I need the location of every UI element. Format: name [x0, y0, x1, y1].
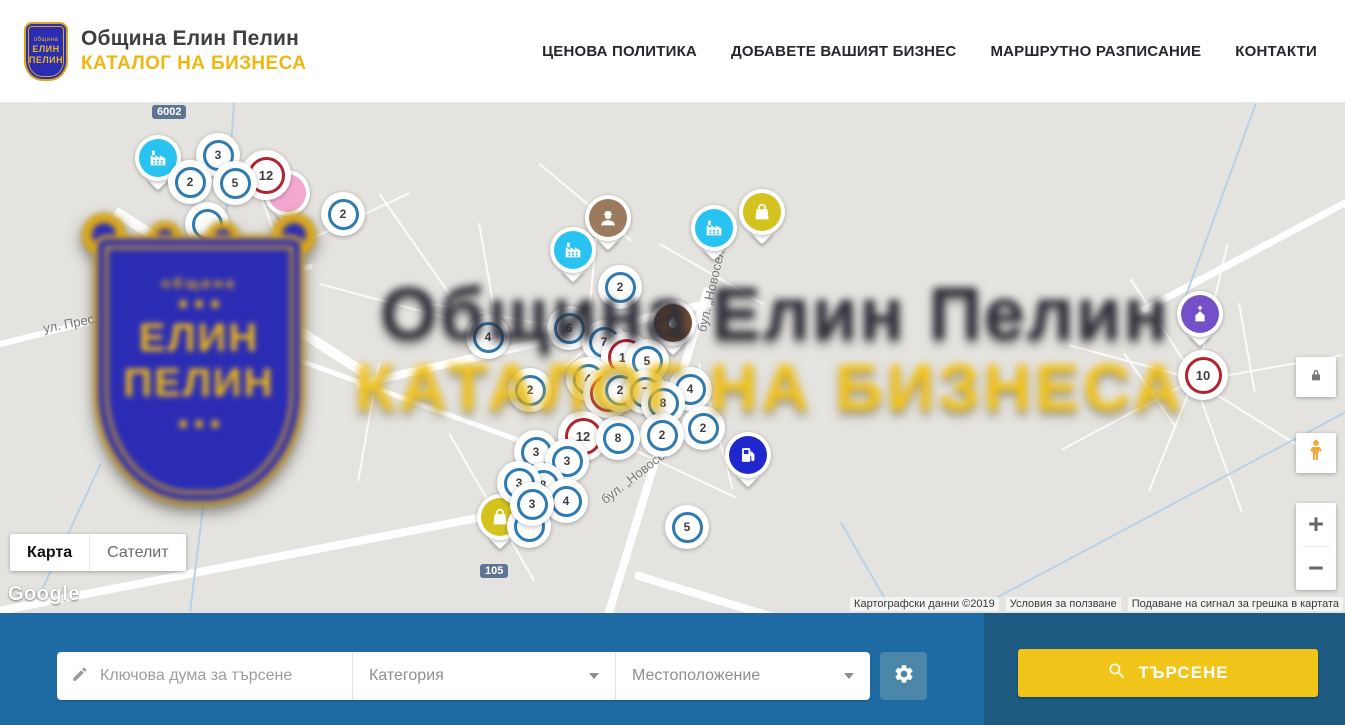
gear-icon: [893, 663, 915, 690]
lock-icon: [1308, 367, 1324, 388]
terms-link[interactable]: Условия за ползване: [1006, 597, 1121, 611]
zoom-out-button[interactable]: −: [1296, 547, 1336, 590]
zoom-control: + −: [1296, 503, 1336, 590]
map-type-control: Карта Сателит: [10, 534, 186, 571]
emblem-name-line2: ПЕЛИН: [29, 55, 63, 65]
keyword-search-input[interactable]: [100, 667, 338, 685]
cluster-marker[interactable]: 2: [321, 192, 365, 236]
google-logo[interactable]: Google: [8, 583, 80, 606]
watermark-emblem-name1: ЕЛИН: [139, 316, 259, 361]
factory-icon: [554, 231, 592, 269]
pencil-icon: [71, 665, 89, 688]
chevron-down-icon: [589, 673, 599, 679]
site-title: Община Елин Пелин: [81, 27, 306, 51]
cluster-count: 2: [175, 167, 206, 198]
site-subtitle: КАТАЛОГ НА БИЗНЕСА: [81, 53, 306, 75]
watermark-emblem-name2: ПЕЛИН: [123, 361, 274, 406]
search-submit-button[interactable]: ТЪРСЕНЕ: [1018, 649, 1318, 697]
watermark-subtitle: КАТАЛОГ НА БИЗНЕСА: [335, 349, 1205, 425]
bag-pin-marker[interactable]: [739, 189, 785, 247]
cluster-count: 3: [517, 489, 548, 520]
shopping-bag-icon: [743, 193, 781, 231]
cluster-marker[interactable]: 5: [665, 505, 709, 549]
street-view-pegman-button[interactable]: [1296, 433, 1336, 473]
map-attribution: Картографски данни ©2019 Условия за полз…: [850, 597, 1343, 611]
category-select[interactable]: Категория: [353, 652, 616, 700]
report-error-link[interactable]: Подаване на сигнал за грешка в картата: [1128, 597, 1343, 611]
factory-pin-marker[interactable]: [691, 205, 737, 263]
nav-add-business[interactable]: ДОБАВЕТЕ ВАШИЯТ БИЗНЕС: [731, 43, 956, 60]
lock-button[interactable]: [1296, 357, 1336, 397]
pegman-icon: [1303, 438, 1329, 469]
fuel-pin-marker[interactable]: [725, 432, 771, 490]
cluster-count: 4: [551, 486, 582, 517]
emblem-top-word: община: [34, 37, 59, 43]
cluster-count: 2: [328, 199, 359, 230]
map-type-satellite-button[interactable]: Сателит: [89, 534, 185, 571]
nav-contacts[interactable]: КОНТАКТИ: [1235, 43, 1317, 60]
factory-icon: [695, 209, 733, 247]
map-data-copyright: Картографски данни ©2019: [850, 597, 999, 611]
nav-route-schedule[interactable]: МАРШРУТНО РАЗПИСАНИЕ: [990, 43, 1201, 60]
cluster-count: 5: [672, 512, 703, 543]
emblem-name-line1: ЕЛИН: [32, 44, 59, 54]
cluster-count: 5: [220, 168, 251, 199]
watermark-title: Община Елин Пелин: [330, 271, 1220, 356]
nav-pricing[interactable]: ЦЕНОВА ПОЛИТИКА: [542, 43, 697, 60]
watermark-emblem: община ЕЛИН ПЕЛИН: [84, 213, 314, 505]
cluster-marker[interactable]: 5: [213, 161, 257, 205]
map-type-map-button[interactable]: Карта: [10, 534, 89, 571]
advanced-search-button[interactable]: [880, 652, 927, 700]
search-bar: Категория Местоположение ТЪРСЕНЕ: [0, 613, 1345, 725]
cluster-marker[interactable]: 3: [510, 482, 554, 526]
fuel-pump-icon: [729, 436, 767, 474]
location-select[interactable]: Местоположение: [616, 652, 870, 700]
search-icon: [1107, 661, 1127, 686]
municipality-emblem-icon: община ЕЛИН ПЕЛИН: [24, 22, 68, 81]
cluster-count: 8: [603, 423, 634, 454]
search-button-label: ТЪРСЕНЕ: [1138, 663, 1228, 683]
cluster-marker[interactable]: 2: [168, 160, 212, 204]
watermark-emblem-top: община: [161, 275, 237, 292]
location-select-label: Местоположение: [632, 667, 760, 685]
google-map[interactable]: 6002 105 ул. Преслав бул. „Новоселци“ бу…: [0, 103, 1345, 613]
brand-text: Община Елин Пелин КАТАЛОГ НА БИЗНЕСА: [81, 27, 306, 75]
category-select-label: Категория: [369, 667, 444, 685]
site-header: община ЕЛИН ПЕЛИН Община Елин Пелин КАТА…: [0, 0, 1345, 103]
search-form: Категория Местоположение: [57, 652, 870, 700]
zoom-in-button[interactable]: +: [1296, 503, 1336, 546]
chevron-down-icon: [844, 673, 854, 679]
site-logo[interactable]: община ЕЛИН ПЕЛИН Община Елин Пелин КАТА…: [24, 22, 306, 81]
main-nav: ЦЕНОВА ПОЛИТИКА ДОБАВЕТЕ ВАШИЯТ БИЗНЕС М…: [542, 43, 1321, 60]
keyword-field-wrap: [57, 652, 353, 700]
